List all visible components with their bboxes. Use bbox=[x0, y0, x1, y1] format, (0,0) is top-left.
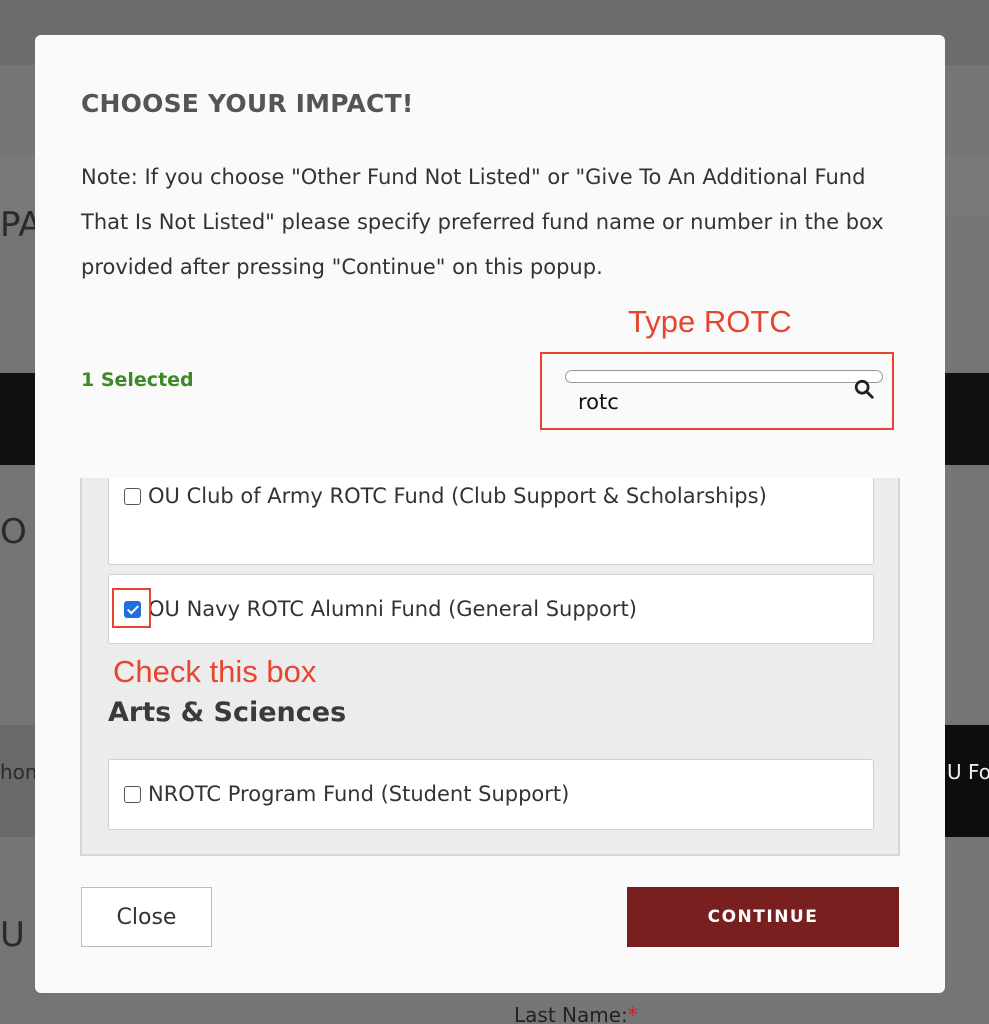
choose-impact-modal: CHOOSE YOUR IMPACT! Note: If you choose … bbox=[35, 35, 945, 993]
fund-option-nrotc-program[interactable]: NROTC Program Fund (Student Support) bbox=[108, 759, 874, 830]
annotation-checkbox-highlight bbox=[112, 588, 151, 628]
bg-text-fragment: U bbox=[0, 915, 25, 955]
fund-label[interactable]: OU Club of Army ROTC Fund (Club Support … bbox=[148, 484, 767, 508]
bg-text-fragment: U Fo bbox=[947, 760, 989, 784]
fund-option-army-rotc[interactable]: OU Club of Army ROTC Fund (Club Support … bbox=[108, 478, 874, 565]
last-name-text: Last Name: bbox=[514, 1003, 628, 1024]
section-heading-arts-sciences: Arts & Sciences bbox=[108, 697, 347, 728]
close-button[interactable]: Close bbox=[81, 887, 212, 947]
annotation-check-hint: Check this box bbox=[113, 654, 317, 689]
fund-checkbox[interactable] bbox=[124, 488, 141, 505]
last-name-label: Last Name:* bbox=[514, 1003, 638, 1024]
fund-label[interactable]: NROTC Program Fund (Student Support) bbox=[148, 782, 569, 806]
fund-checkbox[interactable] bbox=[124, 786, 141, 803]
fund-label[interactable]: OU Navy ROTC Alumni Fund (General Suppor… bbox=[148, 597, 637, 621]
selected-count: 1 Selected bbox=[81, 369, 194, 391]
bg-text-fragment: O bbox=[0, 512, 27, 552]
annotation-search-highlight bbox=[540, 352, 894, 430]
required-marker: * bbox=[627, 1003, 638, 1024]
fund-option-navy-rotc[interactable]: OU Navy ROTC Alumni Fund (General Suppor… bbox=[108, 574, 874, 644]
modal-title: CHOOSE YOUR IMPACT! bbox=[81, 89, 414, 118]
annotation-type-hint: Type ROTC bbox=[628, 304, 792, 339]
continue-button[interactable]: CONTINUE bbox=[627, 887, 899, 947]
modal-note: Note: If you choose "Other Fund Not List… bbox=[81, 165, 884, 279]
